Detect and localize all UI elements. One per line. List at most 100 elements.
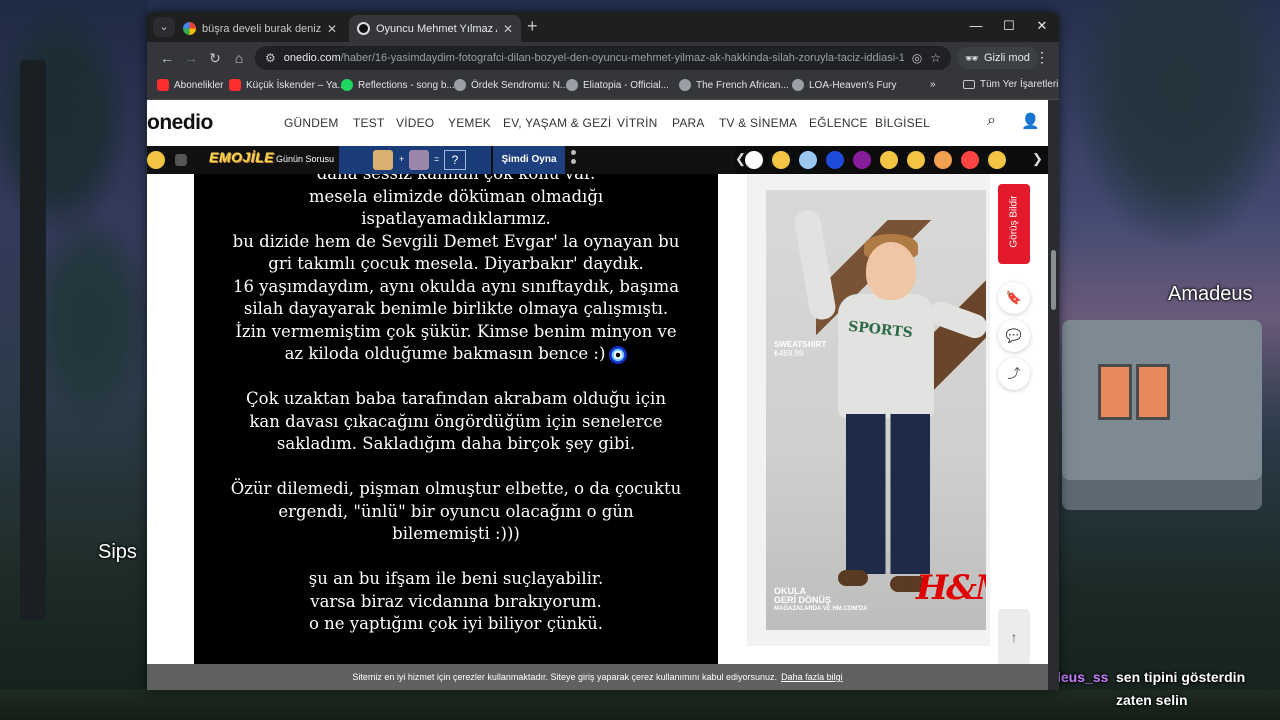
play-now-button[interactable]: Şimdi Oyna — [493, 146, 565, 174]
onedio-logo[interactable]: onedio — [147, 111, 213, 135]
hm-ad-image[interactable]: SPORTS SWEATSHIRT ₺459,99 OKULA GERİ DÖN… — [766, 190, 986, 630]
all-bookmarks[interactable]: Tüm Yer İşaretleri — [963, 79, 1058, 90]
bookmark-item[interactable]: Abonelikler — [157, 79, 223, 91]
gunun-sorusu-label: Günün Sorusu — [276, 154, 335, 164]
comments-icon[interactable]: 💬 — [998, 320, 1030, 352]
share-icon[interactable]: ⤴ — [998, 358, 1030, 390]
minimize-icon[interactable]: — — [959, 18, 993, 33]
new-tab-button[interactable]: + — [527, 17, 538, 35]
tab-onedio-article[interactable]: Oyuncu Mehmet Yılmaz Ak Hak... ✕ — [349, 15, 521, 42]
youtube-icon — [229, 79, 241, 91]
quiz-image-1 — [373, 150, 393, 170]
google-icon — [183, 22, 196, 35]
emoji-item[interactable] — [988, 151, 1006, 169]
tab-strip: ⌄ büşra develi burak deniz - Goo... ✕ Oy… — [147, 12, 1059, 42]
bookmark-item[interactable]: The French African... — [679, 79, 789, 91]
scroll-to-top-button[interactable]: ↑ — [998, 609, 1030, 665]
reload-icon[interactable]: ↻ — [205, 48, 225, 68]
emoji-carousel: ❮ ❯ — [735, 146, 1048, 174]
bookmark-item[interactable]: Küçük İskender – Ya... — [229, 79, 346, 91]
emoji-item[interactable] — [826, 151, 844, 169]
nav-para[interactable]: PARA — [672, 116, 705, 130]
quiz-image-2 — [409, 150, 429, 170]
bookmark-icon[interactable]: 🔖 — [998, 282, 1030, 314]
youtube-icon — [157, 79, 169, 91]
gift-icon[interactable] — [175, 154, 187, 166]
ad-headline-2: GERİ DÖNÜŞ — [774, 595, 832, 605]
bookmarks-bar: Abonelikler Küçük İskender – Ya... Refle… — [147, 74, 1059, 100]
globe-icon — [566, 79, 578, 91]
quiz-question-box: ? — [444, 150, 466, 170]
incognito-badge[interactable]: 🕶 Gizli mod — [957, 47, 1038, 69]
cookie-more-info-link[interactable]: Daha fazla bilgi — [781, 672, 843, 682]
chevron-right-icon[interactable]: ❯ — [1032, 151, 1043, 167]
user-icon[interactable]: 👤 — [1021, 112, 1040, 130]
site-header: onedio GÜNDEM TEST VİDEO YEMEK EV, YAŞAM… — [147, 100, 1048, 146]
emojile-bar: EMOJİLE Günün Sorusu + = ? Şimdi Oyna ❮ — [147, 146, 1048, 174]
advertisement[interactable]: SPORTS SWEATSHIRT ₺459,99 OKULA GERİ DÖN… — [747, 174, 990, 646]
home-icon[interactable]: ⌂ — [229, 48, 249, 68]
close-icon[interactable]: ✕ — [503, 22, 513, 36]
browser-toolbar: ← → ↻ ⌂ ⚙ onedio.com/haber/16-yasimdaydi… — [147, 42, 1059, 74]
url-text[interactable]: onedio.com/haber/16-yasimdaydim-fotograf… — [284, 52, 904, 64]
site-info-icon[interactable]: ⚙ — [265, 51, 276, 65]
emojile-logo[interactable]: EMOJİLE — [209, 149, 274, 165]
bookmark-item[interactable]: Eliatopia - Official... — [566, 79, 669, 91]
search-icon[interactable]: ⌕ — [987, 112, 996, 130]
forward-icon[interactable]: → — [181, 48, 201, 68]
tab-google-search[interactable]: büşra develi burak deniz - Goo... ✕ — [175, 15, 345, 42]
emoji-item[interactable] — [907, 151, 925, 169]
stream-name-left: Sips — [98, 541, 137, 563]
nav-bilgisel[interactable]: BİLGİSEL — [875, 116, 930, 130]
address-bar[interactable]: ⚙ onedio.com/haber/16-yasimdaydim-fotogr… — [255, 46, 951, 70]
incognito-icon: 🕶 — [965, 52, 979, 65]
emoji-item[interactable] — [934, 151, 952, 169]
tree-trunk — [20, 60, 46, 620]
onedio-icon — [357, 22, 370, 35]
bookmarks-overflow[interactable]: » — [930, 79, 936, 90]
nazar-emoji-icon — [609, 345, 628, 364]
emoji-item[interactable] — [772, 151, 790, 169]
globe-icon — [454, 79, 466, 91]
emoji-item[interactable] — [961, 151, 979, 169]
globe-icon — [679, 79, 691, 91]
article-image: daha sessiz kalınan çok konu var. mesela… — [194, 174, 718, 690]
close-icon[interactable]: ✕ — [327, 22, 337, 36]
nav-tv-sinema[interactable]: TV & SİNEMA — [719, 116, 797, 130]
chat-message-line-1: sen tipini gösterdin — [1116, 669, 1246, 685]
nav-yemek[interactable]: YEMEK — [448, 116, 491, 130]
emojile-quiz[interactable]: + = ? — [339, 146, 491, 174]
back-icon[interactable]: ← — [157, 48, 177, 68]
eye-off-icon[interactable]: ◎ — [912, 51, 922, 65]
emoji-item[interactable] — [853, 151, 871, 169]
chat-message-line-2: zaten selin — [1116, 692, 1188, 708]
feedback-button[interactable]: Görüş Bildir — [998, 184, 1030, 264]
window-close-icon[interactable]: ✕ — [1025, 18, 1059, 34]
bookmark-item[interactable]: Reflections - song b... — [341, 79, 455, 91]
scrollbar[interactable] — [1048, 100, 1059, 690]
hm-logo: H&M — [916, 568, 986, 608]
maximize-icon[interactable]: ☐ — [992, 18, 1026, 34]
emoji-item[interactable] — [745, 151, 763, 169]
emoji-item[interactable] — [799, 151, 817, 169]
more-dots-icon[interactable] — [571, 150, 577, 168]
scrollbar-thumb[interactable] — [1051, 250, 1056, 310]
browser-window: ⌄ büşra develi burak deniz - Goo... ✕ Oy… — [147, 12, 1059, 690]
nav-test[interactable]: TEST — [353, 116, 384, 130]
emoji-item[interactable] — [880, 151, 898, 169]
tab-search-icon[interactable]: ⌄ — [153, 17, 175, 37]
nav-video[interactable]: VİDEO — [396, 116, 434, 130]
menu-icon[interactable]: ⋮ — [1035, 49, 1049, 66]
nav-ev-yasam-gezi[interactable]: EV, YAŞAM & GEZİ — [503, 116, 611, 130]
emoji-face-icon[interactable] — [147, 151, 165, 169]
nav-eglence[interactable]: EĞLENCE — [809, 116, 868, 130]
star-icon[interactable]: ☆ — [930, 51, 941, 65]
desktop-ground — [0, 690, 1280, 720]
bookmark-item[interactable]: Ördek Sendromu: N... — [454, 79, 568, 91]
trailer-illustration — [1062, 320, 1262, 510]
globe-icon — [792, 79, 804, 91]
nav-gundem[interactable]: GÜNDEM — [284, 116, 339, 130]
bookmark-item[interactable]: LOA-Heaven's Fury — [792, 79, 897, 91]
folder-icon — [963, 80, 975, 89]
nav-vitrin[interactable]: VİTRİN — [617, 116, 658, 130]
